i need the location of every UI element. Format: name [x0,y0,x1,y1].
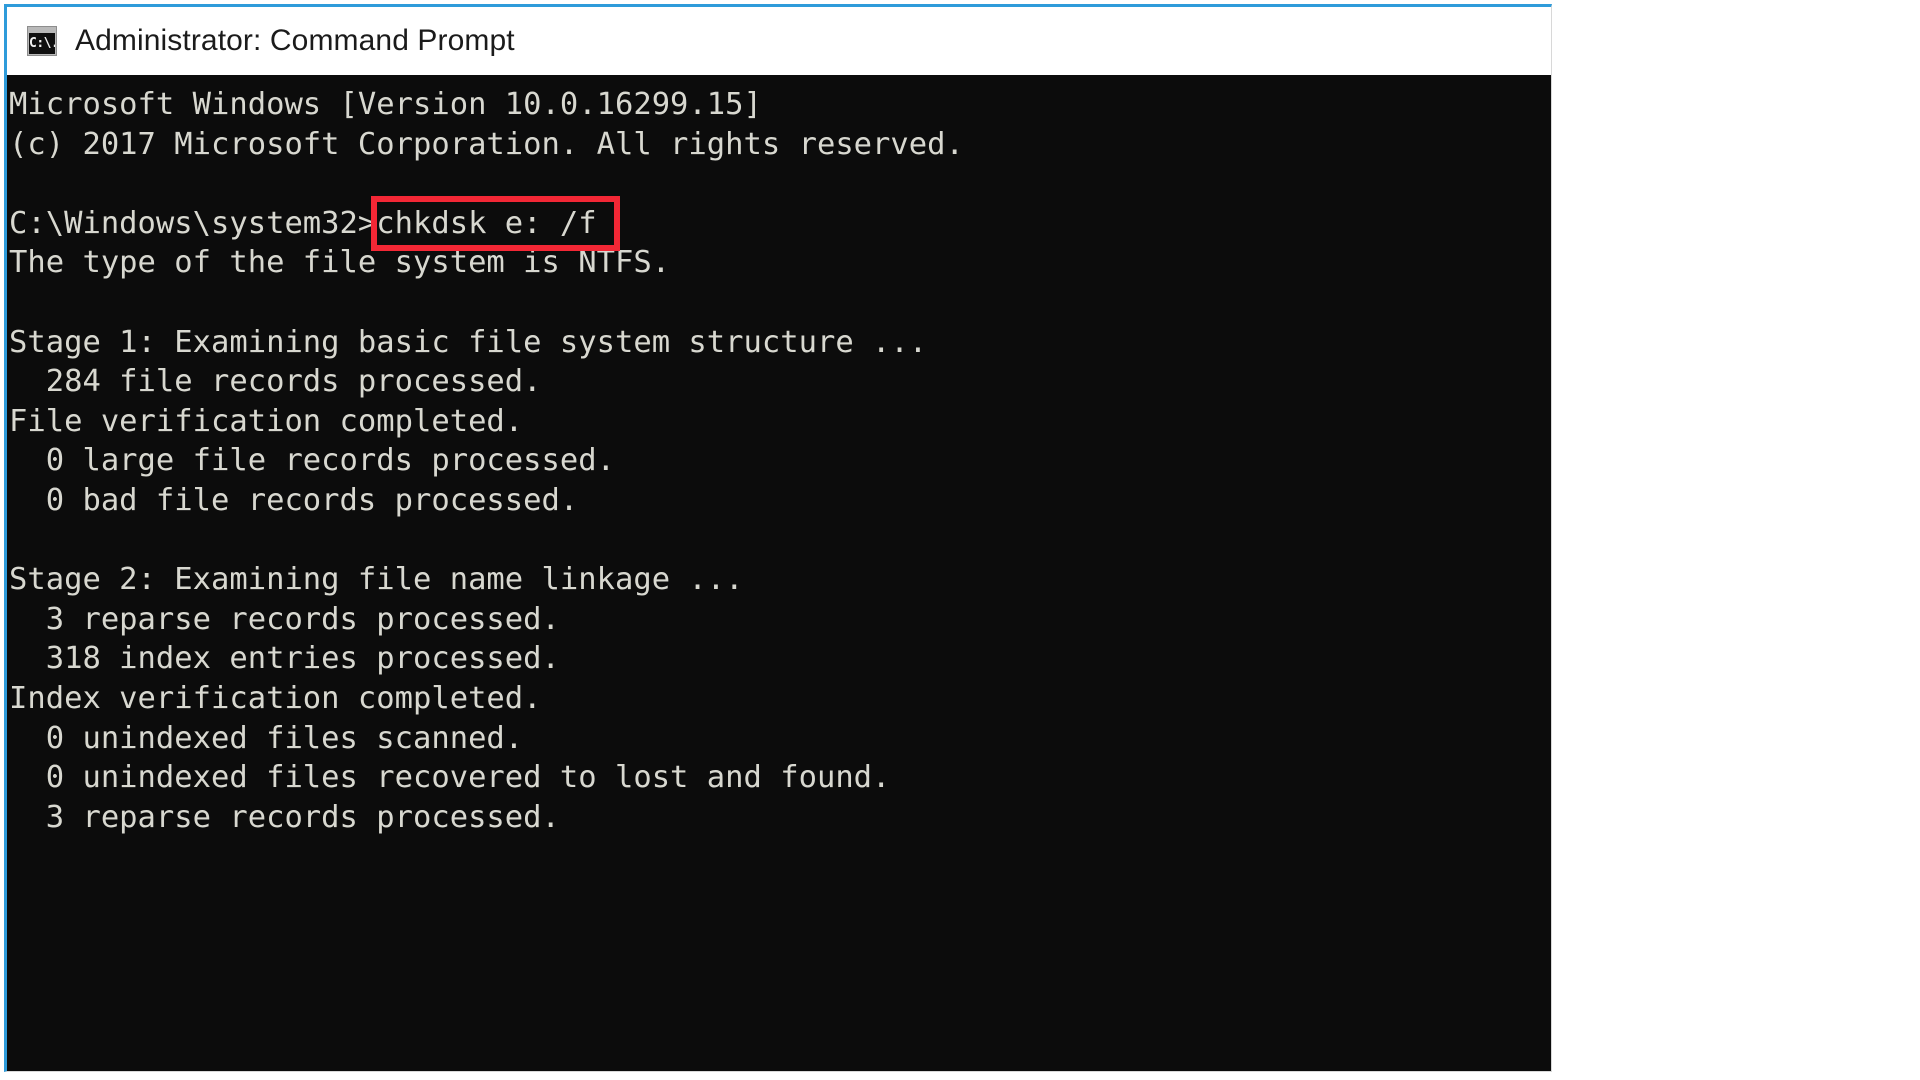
console-line: Stage 2: Examining file name linkage ... [9,562,744,598]
console-line: File verification completed. [9,403,524,439]
command-prompt-icon-glyph: C:\. [29,33,55,54]
console-line: 0 large file records processed. [9,443,615,479]
window-title: Administrator: Command Prompt [75,24,515,57]
console-line: Microsoft Windows [Version 10.0.16299.15… [9,87,762,122]
console-line: (c) 2017 Microsoft Corporation. All righ… [9,126,964,162]
console-line: 0 unindexed files scanned. [9,720,524,756]
console-line: Index verification completed. [9,680,542,716]
console-line: The type of the file system is NTFS. [9,245,671,281]
console-output-area[interactable]: Microsoft Windows [Version 10.0.16299.15… [7,75,1551,1071]
console-line: 0 unindexed files recovered to lost and … [9,760,891,796]
console-line: C:\Windows\system32>chkdsk e: /f [9,205,597,241]
console-line: 3 reparse records processed. [9,799,560,835]
title-bar[interactable]: C:\. Administrator: Command Prompt [7,7,1551,75]
console-line: 0 bad file records processed. [9,482,579,518]
console-text: Microsoft Windows [Version 10.0.16299.15… [9,85,1551,877]
console-line: Stage 1: Examining basic file system str… [9,324,928,360]
console-line: 3 reparse records processed. [9,601,560,637]
console-line: 284 file records processed. [9,364,542,400]
console-line: 318 index entries processed. [9,641,560,677]
command-prompt-icon: C:\. [27,26,57,56]
command-prompt-window[interactable]: C:\. Administrator: Command Prompt Micro… [4,4,1552,1072]
